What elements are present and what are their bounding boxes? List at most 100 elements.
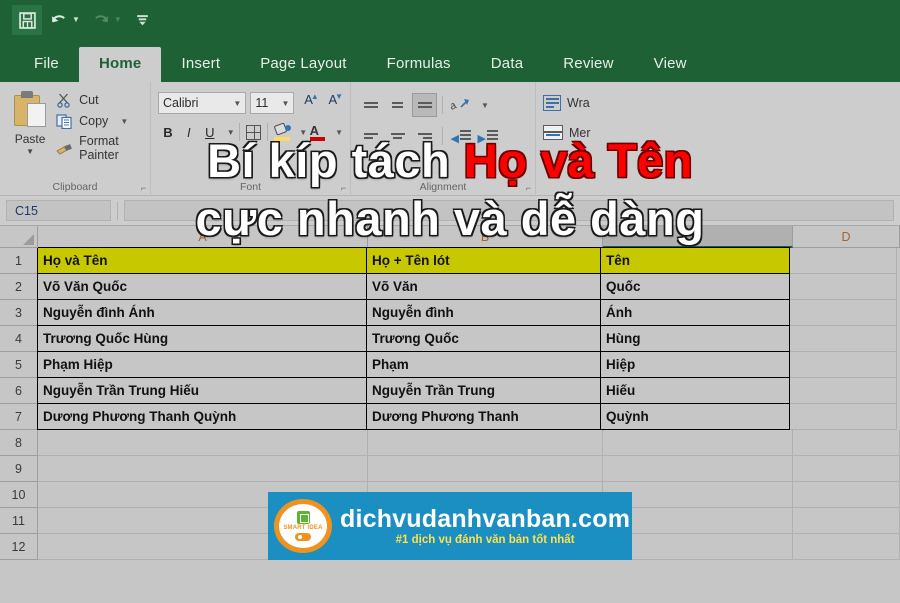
save-icon[interactable] xyxy=(12,5,42,35)
cell-C5[interactable]: Hiệp xyxy=(600,351,790,378)
tab-home[interactable]: Home xyxy=(78,47,162,82)
font-size-caret[interactable]: ▼ xyxy=(282,99,290,108)
decrease-font-size-icon[interactable]: A ▼ xyxy=(323,92,343,114)
cell-D6[interactable] xyxy=(790,378,897,404)
copy-dropdown-caret[interactable]: ▼ xyxy=(120,117,128,126)
column-header-d[interactable]: D xyxy=(793,226,900,248)
increase-indent-button[interactable]: ▶ xyxy=(475,124,500,148)
cell-A9[interactable] xyxy=(38,456,368,482)
underline-button[interactable]: U xyxy=(200,121,220,143)
font-color-dropdown-caret[interactable]: ▼ xyxy=(335,128,343,137)
alignment-dialog-launcher[interactable]: ⌐ xyxy=(526,183,531,193)
cell-B5[interactable]: Phạm xyxy=(366,351,601,378)
row-header-1[interactable]: 1 xyxy=(0,248,38,274)
name-box[interactable]: C15 xyxy=(6,200,111,221)
align-top-button[interactable] xyxy=(358,93,383,117)
row-header-12[interactable]: 12 xyxy=(0,534,38,560)
cell-D9[interactable] xyxy=(793,456,900,482)
orientation-button[interactable]: a xyxy=(447,93,473,117)
select-all-corner[interactable] xyxy=(0,226,38,248)
redo-dropdown-caret[interactable]: ▼ xyxy=(114,16,122,24)
cell-C6[interactable]: Hiếu xyxy=(600,377,790,404)
cell-B2[interactable]: Võ Văn xyxy=(366,273,601,300)
cell-A7[interactable]: Dương Phương Thanh Quỳnh xyxy=(37,403,367,430)
align-center-button[interactable] xyxy=(385,124,410,148)
cell-B7[interactable]: Dương Phương Thanh xyxy=(366,403,601,430)
cell-C8[interactable] xyxy=(603,430,793,456)
cell-A2[interactable]: Võ Văn Quốc xyxy=(37,273,367,300)
borders-button[interactable] xyxy=(244,121,264,143)
cell-B8[interactable] xyxy=(368,430,603,456)
align-left-button[interactable] xyxy=(358,124,383,148)
fill-color-button[interactable] xyxy=(272,121,292,143)
font-size-combo[interactable]: 11 ▼ xyxy=(250,92,295,114)
decrease-indent-button[interactable]: ◀ xyxy=(448,124,473,148)
column-header-c[interactable]: C xyxy=(603,226,793,248)
tab-formulas[interactable]: Formulas xyxy=(367,47,471,82)
row-header-11[interactable]: 11 xyxy=(0,508,38,534)
cell-D1[interactable] xyxy=(790,248,897,274)
cell-C1[interactable]: Tên xyxy=(600,247,790,274)
cell-A6[interactable]: Nguyễn Trần Trung Hiếu xyxy=(37,377,367,404)
align-right-button[interactable] xyxy=(412,124,437,148)
cell-D10[interactable] xyxy=(793,482,900,508)
merge-center-button[interactable]: Mer xyxy=(543,111,618,140)
cell-A3[interactable]: Nguyễn đình Ánh xyxy=(37,299,367,326)
row-header-7[interactable]: 7 xyxy=(0,404,38,430)
cell-D11[interactable] xyxy=(793,508,900,534)
cell-D3[interactable] xyxy=(790,300,897,326)
underline-dropdown-caret[interactable]: ▼ xyxy=(227,128,235,137)
row-header-5[interactable]: 5 xyxy=(0,352,38,378)
customize-qat-icon[interactable] xyxy=(128,5,158,35)
redo-icon[interactable] xyxy=(86,5,116,35)
font-dialog-launcher[interactable]: ⌐ xyxy=(341,183,346,193)
align-bottom-button[interactable] xyxy=(412,93,437,117)
cell-C3[interactable]: Ánh xyxy=(600,299,790,326)
row-header-4[interactable]: 4 xyxy=(0,326,38,352)
column-header-b[interactable]: B xyxy=(368,226,603,248)
cell-C9[interactable] xyxy=(603,456,793,482)
cell-C4[interactable]: Hùng xyxy=(600,325,790,352)
orientation-dropdown-caret[interactable]: ▼ xyxy=(481,101,489,110)
cell-D2[interactable] xyxy=(790,274,897,300)
cell-B4[interactable]: Trương Quốc xyxy=(366,325,601,352)
bold-button[interactable]: B xyxy=(158,121,178,143)
cell-D12[interactable] xyxy=(793,534,900,560)
wrap-text-button[interactable]: Wra xyxy=(543,86,618,111)
cell-A1[interactable]: Họ và Tên xyxy=(37,247,367,274)
cell-C2[interactable]: Quốc xyxy=(600,273,790,300)
format-painter-button[interactable]: Format Painter xyxy=(55,134,143,162)
clipboard-dialog-launcher[interactable]: ⌐ xyxy=(141,183,146,193)
cell-B1[interactable]: Họ + Tên lót xyxy=(366,247,601,274)
italic-button[interactable]: I xyxy=(179,121,199,143)
font-name-caret[interactable]: ▼ xyxy=(233,99,241,108)
cell-A4[interactable]: Trương Quốc Hùng xyxy=(37,325,367,352)
cut-button[interactable]: Cut xyxy=(55,92,143,108)
cell-A8[interactable] xyxy=(38,430,368,456)
cell-B6[interactable]: Nguyễn Trần Trung xyxy=(366,377,601,404)
cell-D4[interactable] xyxy=(790,326,897,352)
row-header-6[interactable]: 6 xyxy=(0,378,38,404)
tab-file[interactable]: File xyxy=(14,47,79,82)
row-header-8[interactable]: 8 xyxy=(0,430,38,456)
font-name-combo[interactable]: Calibri ▼ xyxy=(158,92,247,114)
increase-font-size-icon[interactable]: A ▲ xyxy=(298,92,318,114)
cell-B9[interactable] xyxy=(368,456,603,482)
align-middle-button[interactable] xyxy=(385,93,410,117)
tab-view[interactable]: View xyxy=(634,47,707,82)
cell-A5[interactable]: Phạm Hiệp xyxy=(37,351,367,378)
cell-D5[interactable] xyxy=(790,352,897,378)
undo-dropdown-caret[interactable]: ▼ xyxy=(72,16,80,24)
column-header-a[interactable]: A xyxy=(38,226,368,248)
copy-button[interactable]: Copy ▼ xyxy=(55,113,143,129)
row-header-2[interactable]: 2 xyxy=(0,274,38,300)
paste-dropdown-caret[interactable]: ▼ xyxy=(26,147,34,156)
row-header-10[interactable]: 10 xyxy=(0,482,38,508)
cell-D7[interactable] xyxy=(790,404,897,430)
font-color-button[interactable]: A xyxy=(308,121,328,143)
row-header-3[interactable]: 3 xyxy=(0,300,38,326)
cell-D8[interactable] xyxy=(793,430,900,456)
tab-page-layout[interactable]: Page Layout xyxy=(240,47,366,82)
paste-button[interactable]: Paste ▼ xyxy=(7,86,53,196)
tab-data[interactable]: Data xyxy=(471,47,544,82)
